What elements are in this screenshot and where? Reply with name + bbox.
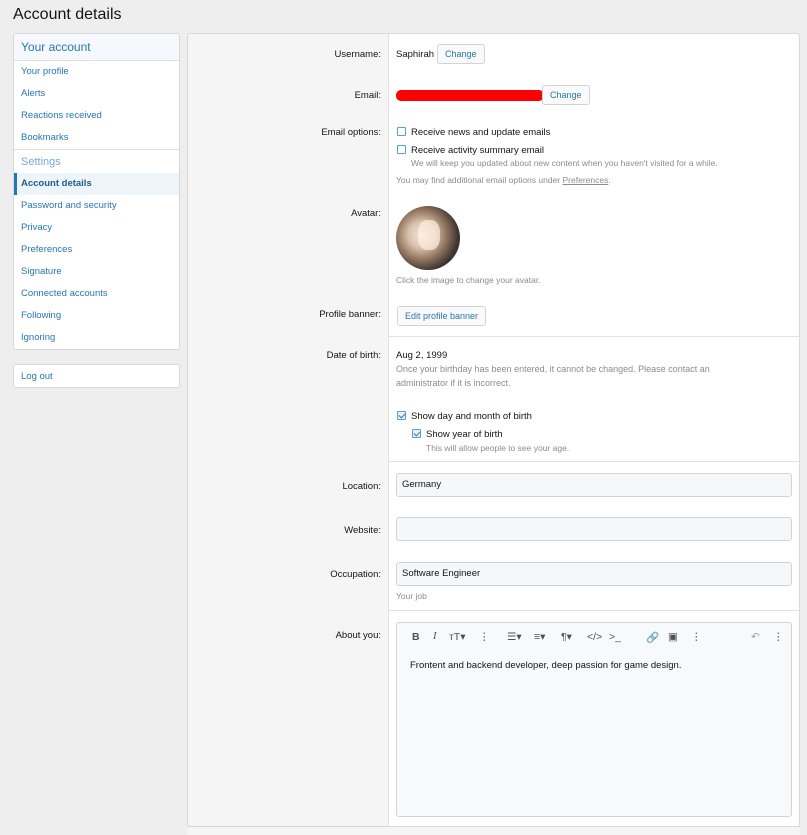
more-options-icon[interactable]: ⋮ — [479, 631, 490, 643]
more-options-suffix: . — [608, 175, 611, 185]
activity-summary-label: Receive activity summary email — [411, 145, 545, 156]
sidebar-item-your-profile[interactable]: Your profile — [14, 61, 179, 83]
activity-summary-hint: We will keep you updated about new conte… — [411, 158, 718, 168]
dob-note-line1: Once your birthday has been entered, it … — [396, 364, 710, 374]
about-text[interactable]: Frontent and backend developer, deep pas… — [410, 660, 681, 671]
sidebar-item-preferences[interactable]: Preferences — [14, 239, 179, 261]
sidebar-item-password-security[interactable]: Password and security — [14, 195, 179, 217]
sidebar-item-bookmarks[interactable]: Bookmarks — [14, 127, 179, 149]
avatar-hint: Click the image to change your avatar. — [396, 275, 541, 285]
profile-banner-label: Profile banner: — [319, 309, 381, 320]
sidebar-subheading-settings: Settings — [14, 149, 179, 173]
undo-icon[interactable]: ↶ — [751, 631, 760, 643]
list-icon[interactable]: ☰▾ — [507, 631, 522, 643]
email-redaction — [396, 90, 544, 101]
preferences-link[interactable]: Preferences — [563, 175, 609, 185]
account-details-form: Username: Saphirah Change Email: Change … — [187, 33, 800, 828]
website-label: Website: — [344, 525, 381, 536]
image-icon[interactable]: ▣ — [668, 631, 678, 643]
divider — [389, 461, 799, 462]
editor-toolbar: B I тT▾ ⋮ ☰▾ ≡▾ ¶▾ </> >_ 🔗 ▣ ⋮ ↶ ⋮ — [397, 623, 791, 651]
sidebar-heading: Your account — [14, 34, 179, 61]
text-size-icon[interactable]: тT▾ — [449, 631, 466, 643]
email-label: Email: — [354, 90, 381, 101]
news-emails-checkbox[interactable] — [397, 127, 406, 136]
sidebar-item-account-details[interactable]: Account details — [14, 173, 179, 195]
page-title: Account details — [13, 6, 122, 23]
about-editor[interactable]: B I тT▾ ⋮ ☰▾ ≡▾ ¶▾ </> >_ 🔗 ▣ ⋮ ↶ ⋮ Fron… — [396, 622, 792, 817]
show-year-checkbox[interactable] — [412, 429, 421, 438]
occupation-input[interactable]: Software Engineer — [396, 562, 792, 586]
account-sidebar: Your account Your profile Alerts Reactio… — [13, 33, 180, 350]
avatar-label: Avatar: — [351, 208, 381, 219]
sidebar-item-ignoring[interactable]: Ignoring — [14, 327, 179, 349]
sidebar-item-connected-accounts[interactable]: Connected accounts — [14, 283, 179, 305]
occupation-hint: Your job — [396, 591, 427, 601]
code-icon[interactable]: </> — [587, 631, 602, 643]
email-options-label: Email options: — [321, 127, 381, 138]
show-year-label: Show year of birth — [426, 429, 503, 440]
sidebar-item-signature[interactable]: Signature — [14, 261, 179, 283]
occupation-label: Occupation: — [330, 569, 381, 580]
show-day-month-label: Show day and month of birth — [411, 411, 532, 422]
sidebar-item-following[interactable]: Following — [14, 305, 179, 327]
sidebar-item-reactions-received[interactable]: Reactions received — [14, 105, 179, 127]
show-year-hint: This will allow people to see your age. — [426, 443, 570, 453]
form-footer — [187, 826, 800, 835]
dob-label: Date of birth: — [326, 350, 381, 361]
divider — [389, 610, 799, 611]
edit-profile-banner-button[interactable]: Edit profile banner — [397, 306, 487, 326]
label-column — [188, 34, 389, 827]
change-email-button[interactable]: Change — [542, 85, 590, 105]
more-email-options-note: You may find additional email options un… — [396, 175, 611, 185]
news-emails-label: Receive news and update emails — [411, 127, 551, 138]
dob-note-line2: administrator if it is incorrect. — [396, 378, 511, 388]
change-username-button[interactable]: Change — [437, 44, 485, 64]
bold-icon[interactable]: B — [412, 631, 420, 643]
location-label: Location: — [342, 481, 381, 492]
more-options-icon[interactable]: ⋮ — [773, 631, 784, 643]
italic-icon[interactable]: I — [433, 631, 437, 642]
location-input[interactable]: Germany — [396, 473, 792, 497]
about-label: About you: — [335, 630, 381, 641]
website-input[interactable] — [396, 517, 792, 541]
more-options-icon[interactable]: ⋮ — [691, 631, 702, 643]
more-options-prefix: You may find additional email options un… — [396, 175, 563, 185]
link-icon[interactable]: 🔗 — [646, 631, 659, 644]
dob-value: Aug 2, 1999 — [396, 350, 448, 361]
inline-code-icon[interactable]: >_ — [609, 631, 621, 643]
divider — [389, 336, 799, 337]
logout-link[interactable]: Log out — [13, 364, 180, 388]
activity-summary-checkbox[interactable] — [397, 145, 406, 154]
username-value: Saphirah — [396, 49, 435, 60]
paragraph-icon[interactable]: ¶▾ — [561, 631, 572, 643]
sidebar-item-alerts[interactable]: Alerts — [14, 83, 179, 105]
show-day-month-checkbox[interactable] — [397, 411, 406, 420]
username-label: Username: — [334, 49, 381, 60]
sidebar-item-privacy[interactable]: Privacy — [14, 217, 179, 239]
avatar-image[interactable] — [396, 206, 460, 270]
align-icon[interactable]: ≡▾ — [534, 631, 545, 643]
